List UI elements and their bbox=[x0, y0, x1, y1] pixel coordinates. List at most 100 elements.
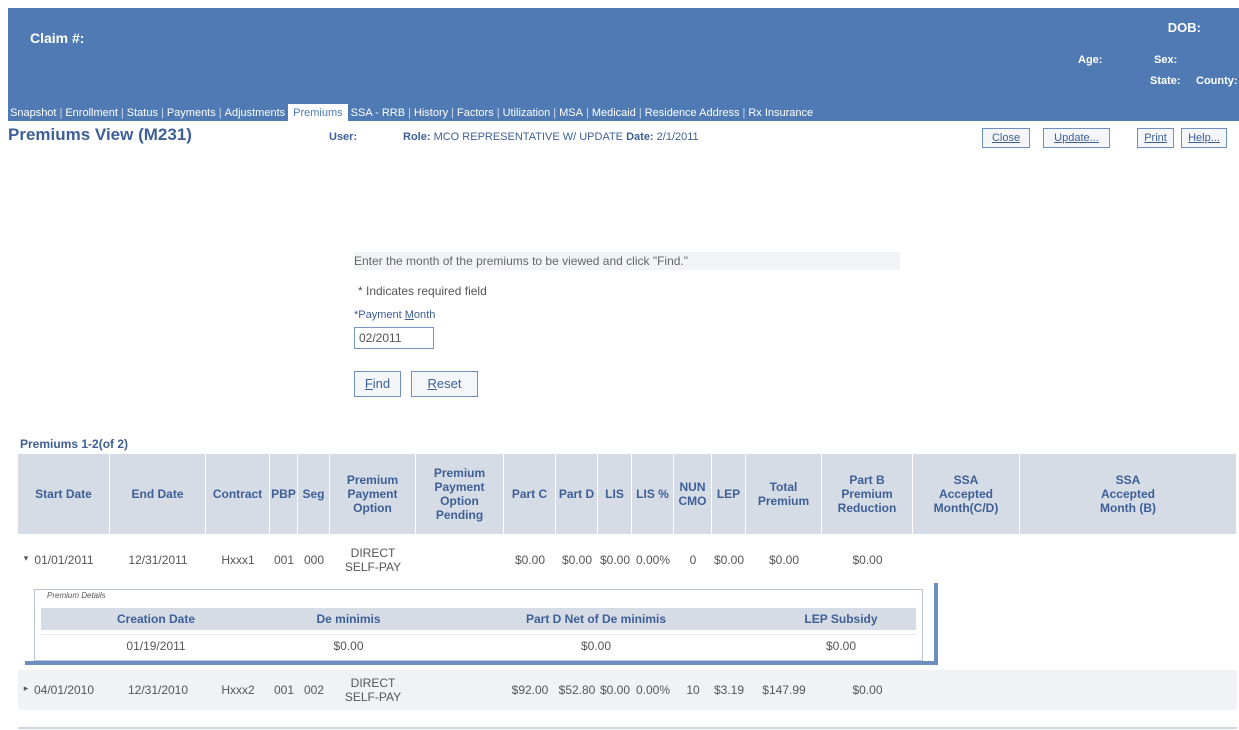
county-label: County: bbox=[1196, 75, 1238, 87]
column-header-lispct[interactable]: LIS % bbox=[632, 454, 674, 534]
column-header-end[interactable]: End Date bbox=[110, 454, 206, 534]
tab-premiums[interactable]: Premiums bbox=[288, 104, 348, 121]
print-button[interactable]: Print bbox=[1137, 128, 1174, 148]
cell-total: $0.00 bbox=[768, 553, 800, 567]
tab-separator: | bbox=[59, 107, 63, 119]
tab-payments[interactable]: Payments bbox=[167, 104, 216, 121]
cell-pending bbox=[416, 670, 504, 710]
dob-label: DOB: bbox=[1167, 20, 1201, 35]
cell-pending bbox=[416, 540, 504, 580]
column-header-option[interactable]: Premium Payment Option bbox=[330, 454, 416, 534]
cell-ssacd bbox=[913, 540, 1020, 580]
column-header-pbp[interactable]: PBP bbox=[270, 454, 298, 534]
column-header-partc[interactable]: Part C bbox=[504, 454, 556, 534]
premiums-table-header: Start Date End Date Contract PBP Seg Premium P… bbox=[18, 454, 1237, 534]
detail-value-0: 01/19/2011 bbox=[126, 639, 186, 653]
cell-lis: $0.00 bbox=[599, 553, 631, 567]
tab-history[interactable]: History bbox=[414, 104, 448, 121]
page-title: Premiums View (M231) bbox=[8, 125, 192, 144]
cell-nun: 10 bbox=[686, 683, 700, 697]
tab-enrollment[interactable]: Enrollment bbox=[65, 104, 118, 121]
tab-adjustments[interactable]: Adjustments bbox=[225, 104, 286, 121]
column-header-lep[interactable]: LEP bbox=[712, 454, 746, 534]
cell-ssab bbox=[1020, 540, 1237, 580]
close-button[interactable]: Close bbox=[982, 128, 1030, 148]
cell-option: DIRECT SELF-PAY bbox=[344, 676, 402, 704]
find-button[interactable]: Find bbox=[354, 371, 401, 397]
date-label: Date: bbox=[626, 131, 654, 143]
column-header-nun[interactable]: NUN CMO bbox=[674, 454, 712, 534]
payment-month-input[interactable] bbox=[354, 327, 434, 349]
tab-factors[interactable]: Factors bbox=[457, 104, 494, 121]
age-label: Age: bbox=[1078, 54, 1103, 66]
cell-lep: $0.00 bbox=[713, 553, 745, 567]
detail-header-3: LEP Subsidy bbox=[804, 612, 878, 626]
tab-separator: | bbox=[451, 107, 455, 119]
cell-lispct: 0.00% bbox=[635, 553, 671, 567]
table-row[interactable]: ▸ 04/01/2010 12/31/2010 Hxxx2 001 002 DIRECT SE… bbox=[18, 670, 1237, 710]
role-date-info: Role: MCO REPRESENTATIVE W/ UPDATE Date:… bbox=[403, 131, 699, 143]
nav-tabs: Snapshot | Enrollment | Status | Payments | Adju… bbox=[8, 104, 1239, 121]
find-label-rest: ind bbox=[372, 376, 391, 391]
column-header-contract[interactable]: Contract bbox=[206, 454, 270, 534]
required-field-note: * Indicates required field bbox=[358, 284, 487, 298]
left-margin bbox=[0, 0, 8, 730]
payment-month-label: *Payment Month bbox=[354, 309, 435, 321]
cell-nun: 0 bbox=[689, 553, 697, 567]
tab-residence-address[interactable]: Residence Address bbox=[645, 104, 740, 121]
column-header-lis[interactable]: LIS bbox=[598, 454, 632, 534]
table-bottom-divider bbox=[18, 727, 1237, 729]
tab-separator: | bbox=[120, 107, 124, 119]
tab-utilization[interactable]: Utilization bbox=[503, 104, 551, 121]
payment-month-label-accesskey: M bbox=[404, 309, 414, 321]
role-label: Role: bbox=[403, 131, 431, 143]
tab-snapshot[interactable]: Snapshot bbox=[8, 104, 56, 121]
claim-number-label: Claim #: bbox=[30, 30, 85, 46]
sex-label: Sex: bbox=[1154, 54, 1178, 66]
cell-option: DIRECT SELF-PAY bbox=[344, 546, 402, 574]
cell-end: 12/31/2010 bbox=[127, 683, 189, 697]
column-header-partd[interactable]: Part D bbox=[556, 454, 598, 534]
instructions-text: Enter the month of the premiums to be vi… bbox=[354, 252, 900, 270]
cell-contract: Hxxx1 bbox=[221, 553, 255, 567]
tab-medicaid[interactable]: Medicaid bbox=[592, 104, 636, 121]
cell-partd: $0.00 bbox=[561, 553, 593, 567]
beneficiary-header: Claim #: DOB: Age: Sex: State: County: bbox=[8, 8, 1239, 104]
cell-partc: $92.00 bbox=[511, 683, 549, 697]
column-header-start[interactable]: Start Date bbox=[18, 454, 110, 534]
cell-lep: $3.19 bbox=[713, 683, 745, 697]
column-header-ssab[interactable]: SSA Accepted Month (B) bbox=[1020, 454, 1237, 534]
tab-msa[interactable]: MSA bbox=[559, 104, 583, 121]
premium-details-header: Creation Date De minimis Part D Net of De … bbox=[41, 608, 916, 630]
detail-value-2: $0.00 bbox=[580, 639, 612, 653]
help-button[interactable]: Help... bbox=[1181, 128, 1227, 148]
update-button[interactable]: Update... bbox=[1043, 128, 1110, 148]
cell-partc: $0.00 bbox=[514, 553, 546, 567]
column-header-pending[interactable]: Premium Payment Option Pending bbox=[416, 454, 504, 534]
payment-month-label-prefix: *Payment bbox=[354, 309, 405, 321]
column-header-seg[interactable]: Seg bbox=[298, 454, 330, 534]
tab-separator: | bbox=[638, 107, 642, 119]
table-row[interactable]: ▾ 01/01/2011 12/31/2011 Hxxx1 001 000 DIRECT SE… bbox=[18, 540, 1237, 580]
tab-separator: | bbox=[742, 107, 746, 119]
tab-rx-insurance[interactable]: Rx Insurance bbox=[748, 104, 813, 121]
cell-partb: $0.00 bbox=[852, 553, 883, 567]
user-label: User: bbox=[329, 131, 358, 143]
find-accesskey: F bbox=[364, 376, 373, 391]
tab-separator: | bbox=[218, 107, 222, 119]
detail-header-0: Creation Date bbox=[116, 612, 196, 626]
column-header-partb[interactable]: Part B Premium Reduction bbox=[822, 454, 913, 534]
reset-button[interactable]: Reset bbox=[411, 371, 478, 397]
column-header-ssacd[interactable]: SSA Accepted Month(C/D) bbox=[913, 454, 1020, 534]
tab-separator: | bbox=[496, 107, 500, 119]
detail-header-1: De minimis bbox=[316, 612, 381, 626]
cell-total: $147.99 bbox=[762, 683, 806, 697]
state-label: State: bbox=[1150, 75, 1181, 87]
cell-lis: $0.00 bbox=[599, 683, 631, 697]
tab-separator: | bbox=[585, 107, 589, 119]
tab-status[interactable]: Status bbox=[127, 104, 158, 121]
cell-lispct: 0.00% bbox=[635, 683, 671, 697]
column-header-total[interactable]: Total Premium bbox=[746, 454, 822, 534]
cell-start: 01/01/2011 bbox=[34, 553, 94, 567]
tab-ssa-rrb[interactable]: SSA - RRB bbox=[351, 104, 405, 121]
